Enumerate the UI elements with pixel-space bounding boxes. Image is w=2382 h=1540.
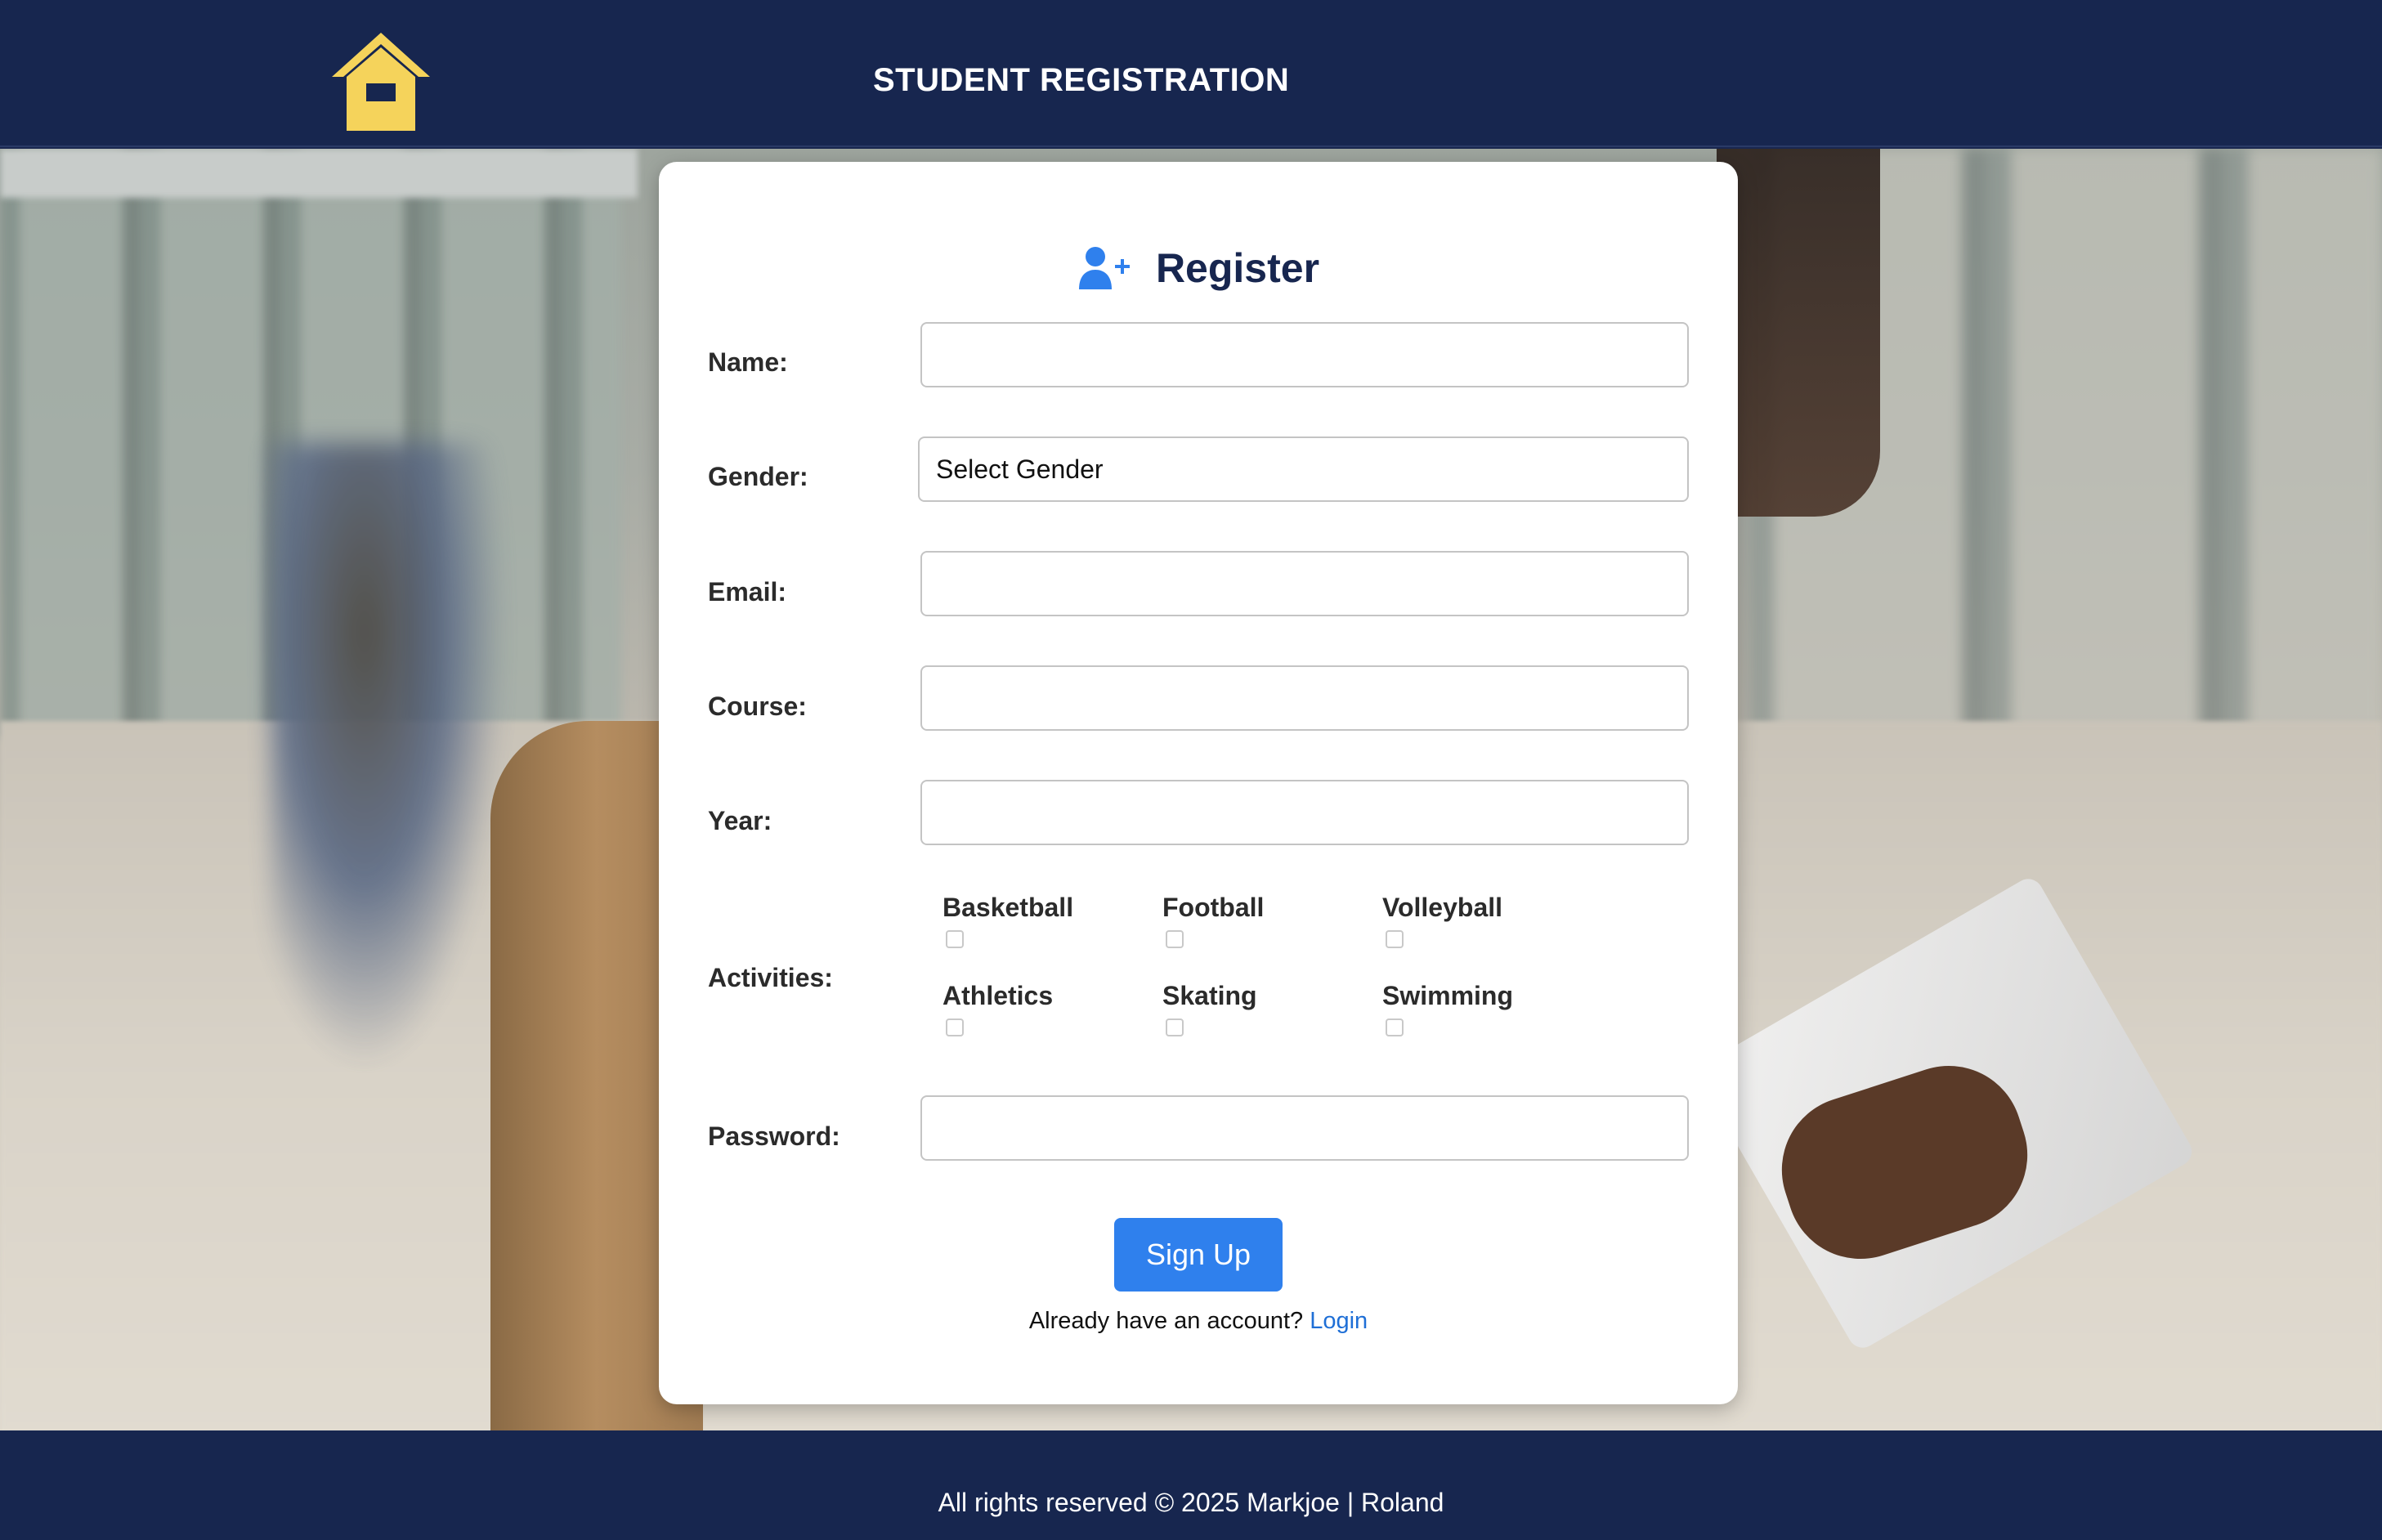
activity-checkbox-skating[interactable] [1166,1018,1184,1036]
form-title-text: Register [1155,245,1320,291]
activity-football: Football [1162,893,1265,948]
activity-checkbox-football[interactable] [1166,930,1184,948]
activity-athletics: Athletics [943,981,1054,1036]
activity-label: Basketball [943,893,1074,922]
background-person-head [1717,149,1880,517]
footer-copyright: All rights reserved © 2025 Markjoe | Rol… [938,1488,1444,1517]
activity-checkbox-athletics[interactable] [946,1018,964,1036]
activities-label: Activities: [708,963,833,992]
activity-label: Skating [1162,981,1257,1010]
user-plus-icon [1078,247,1130,289]
activity-checkbox-volleyball[interactable] [1386,930,1404,948]
footer-bar: All rights reserved © 2025 Markjoe | Rol… [0,1430,2382,1540]
gender-select-value: Select Gender [936,454,1104,484]
activity-volleyball: Volleyball [1382,893,1503,948]
form-title: Register [659,235,1738,301]
activity-skating: Skating [1162,981,1257,1036]
activity-label: Volleyball [1382,893,1503,922]
registration-card: Register Name: Gender: Select Gender Ema… [659,162,1738,1404]
course-label: Course: [708,692,807,721]
email-input[interactable] [920,551,1689,616]
login-link[interactable]: Login [1310,1308,1368,1334]
year-input[interactable] [920,780,1689,845]
activity-basketball: Basketball [943,893,1074,948]
gender-label: Gender: [708,462,808,491]
background-people [270,443,507,1072]
password-label: Password: [708,1121,840,1151]
year-label: Year: [708,806,772,835]
activity-swimming: Swimming [1382,981,1514,1036]
password-input[interactable] [920,1095,1689,1161]
course-input[interactable] [920,665,1689,731]
activity-checkbox-basketball[interactable] [946,930,964,948]
name-input[interactable] [920,322,1689,387]
activity-label: Athletics [943,981,1054,1010]
home-icon[interactable] [329,29,433,134]
gender-select[interactable]: Select Gender [918,436,1689,502]
login-prompt-text: Already have an account? [1028,1308,1310,1334]
name-label: Name: [708,347,788,377]
header-bar: STUDENT REGISTRATION [0,0,2382,147]
login-prompt-line: Already have an account? Login [659,1308,1738,1335]
background-roof [0,149,638,198]
email-label: Email: [708,577,787,607]
activity-label: Football [1162,893,1265,922]
sign-up-button[interactable]: Sign Up [1114,1218,1283,1292]
activity-label: Swimming [1382,981,1514,1010]
page-title: STUDENT REGISTRATION [873,62,1290,98]
activity-checkbox-swimming[interactable] [1386,1018,1404,1036]
